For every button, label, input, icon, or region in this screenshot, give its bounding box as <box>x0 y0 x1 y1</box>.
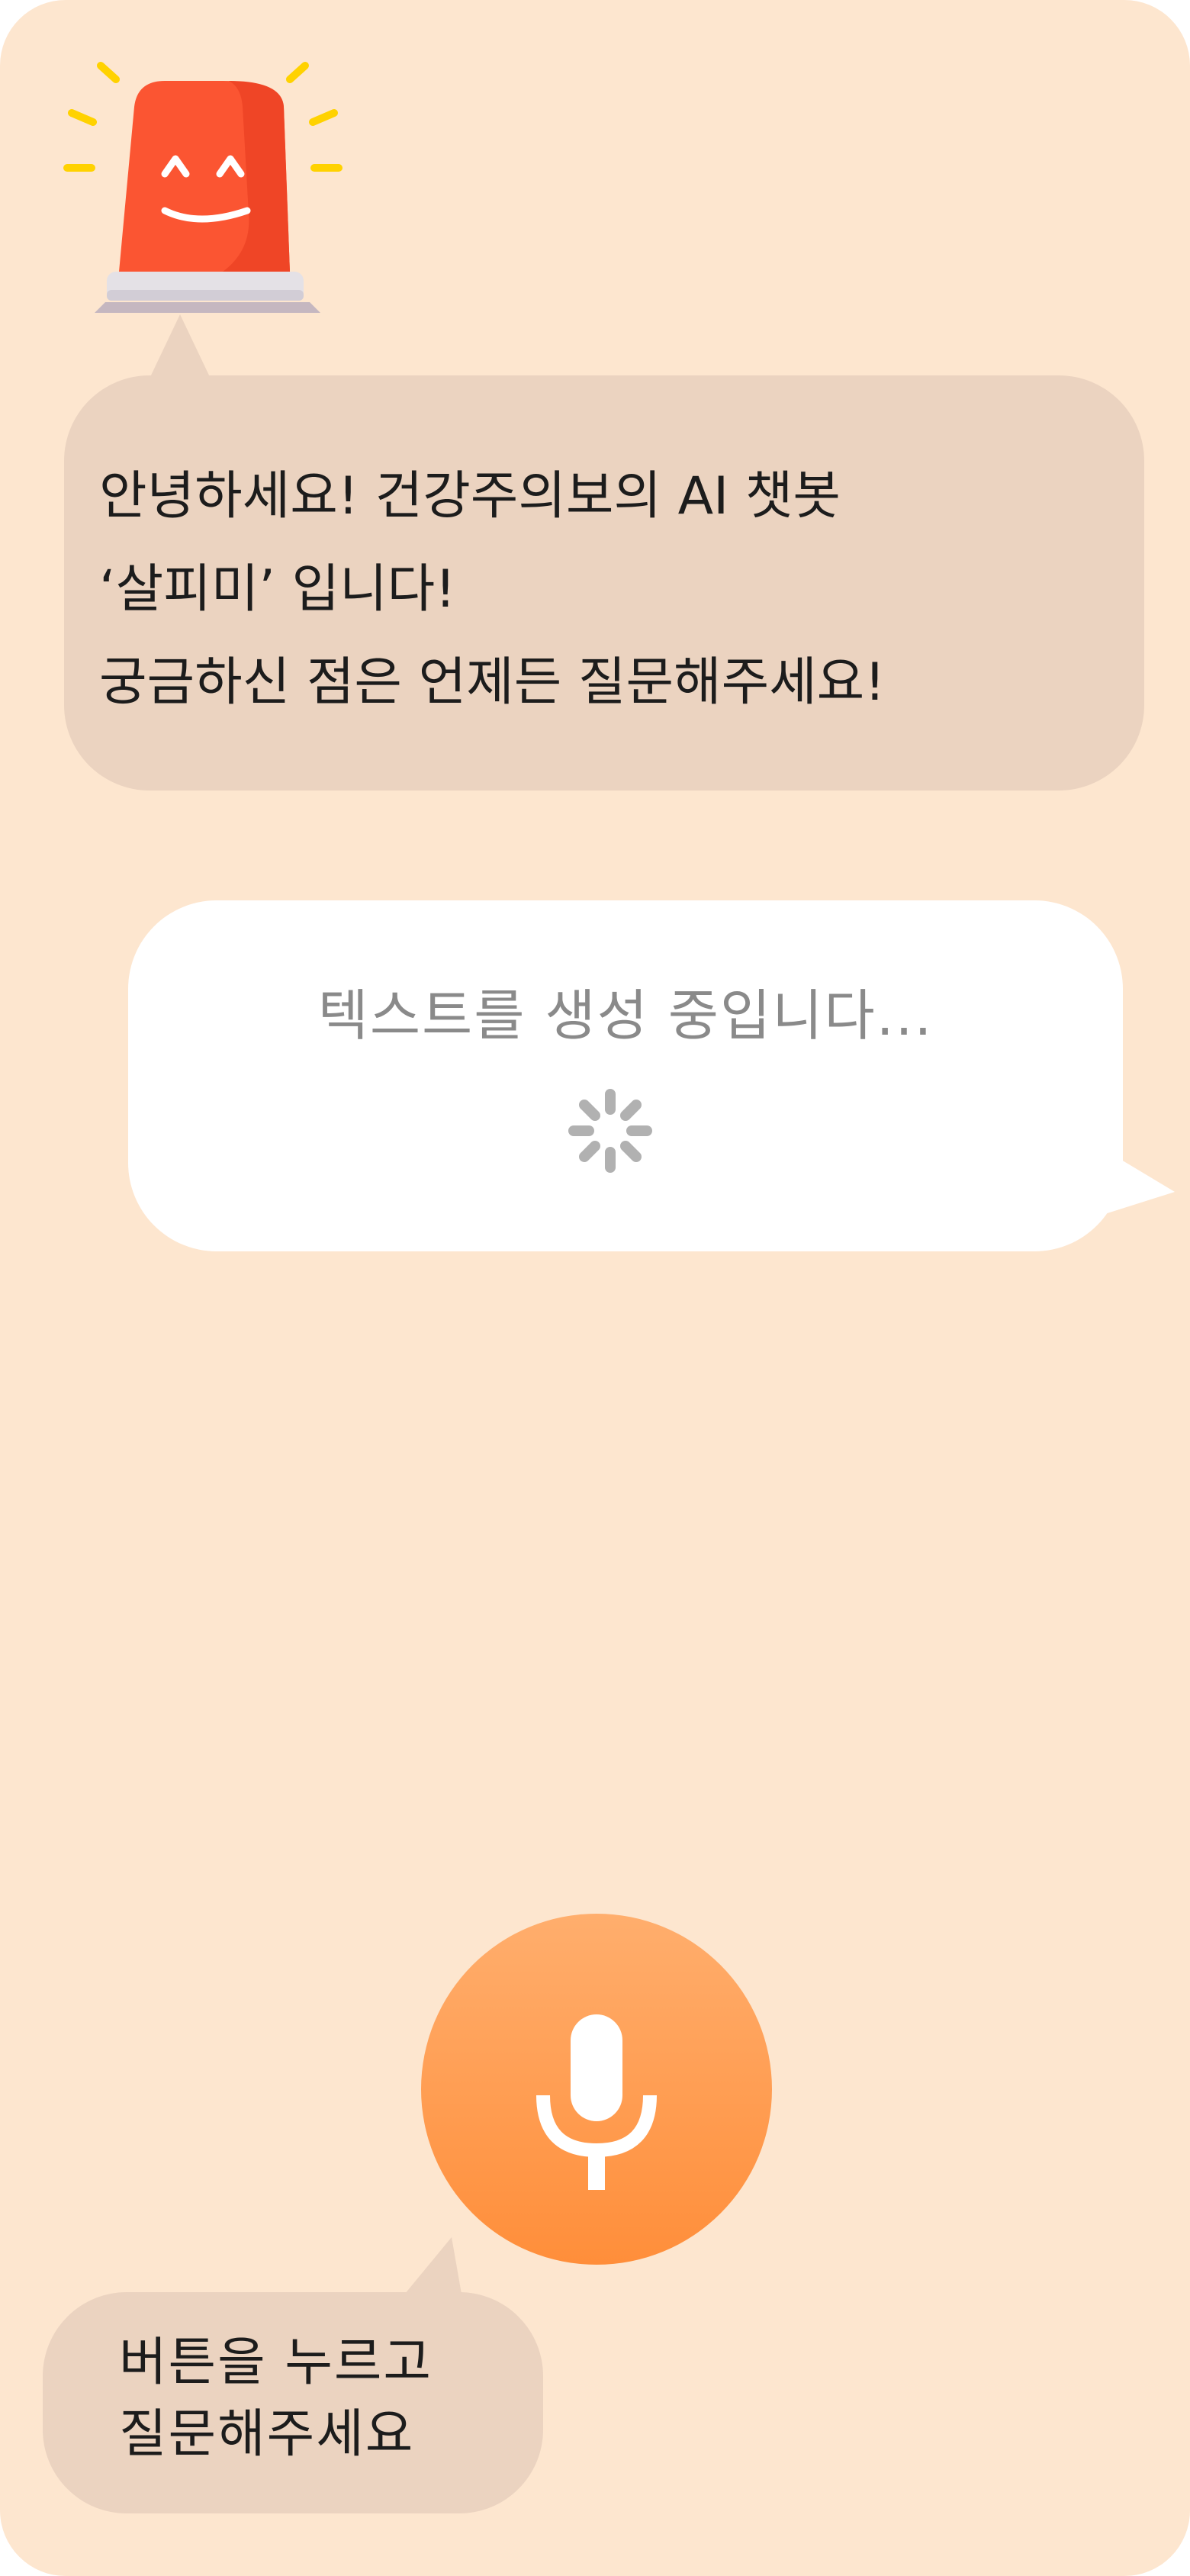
greeting-bubble-tail <box>150 314 211 378</box>
greeting-line-1: 안녕하세요! 건강주의보의 AI 챗봇 <box>99 466 841 526</box>
loading-spinner-icon <box>568 1089 652 1173</box>
microphone-button[interactable] <box>421 1914 772 2265</box>
loading-message: 텍스트를 생성 중입니다... <box>317 984 934 1048</box>
chatbot-screen: 안녕하세요! 건강주의보의 AI 챗봇 ‘살피미’ 입니다! 궁금하신 점은 언… <box>0 0 1190 2576</box>
microphone-icon <box>536 2014 657 2190</box>
hint-line-1: 버튼을 누르고 <box>119 2333 433 2393</box>
greeting-line-3: 궁금하신 점은 언제든 질문해주세요! <box>99 652 886 713</box>
greeting-message: 안녕하세요! 건강주의보의 AI 챗봇 ‘살피미’ 입니다! 궁금하신 점은 언… <box>99 450 1091 729</box>
siren-mascot-icon <box>63 62 343 313</box>
greeting-line-2: ‘살피미’ 입니다! <box>99 559 456 620</box>
hint-line-2: 질문해주세요 <box>119 2404 415 2465</box>
hint-bubble-tail <box>401 2237 462 2298</box>
hint-message: 버튼을 누르고 질문해주세요 <box>119 2327 433 2471</box>
loading-bubble <box>128 900 1123 1251</box>
